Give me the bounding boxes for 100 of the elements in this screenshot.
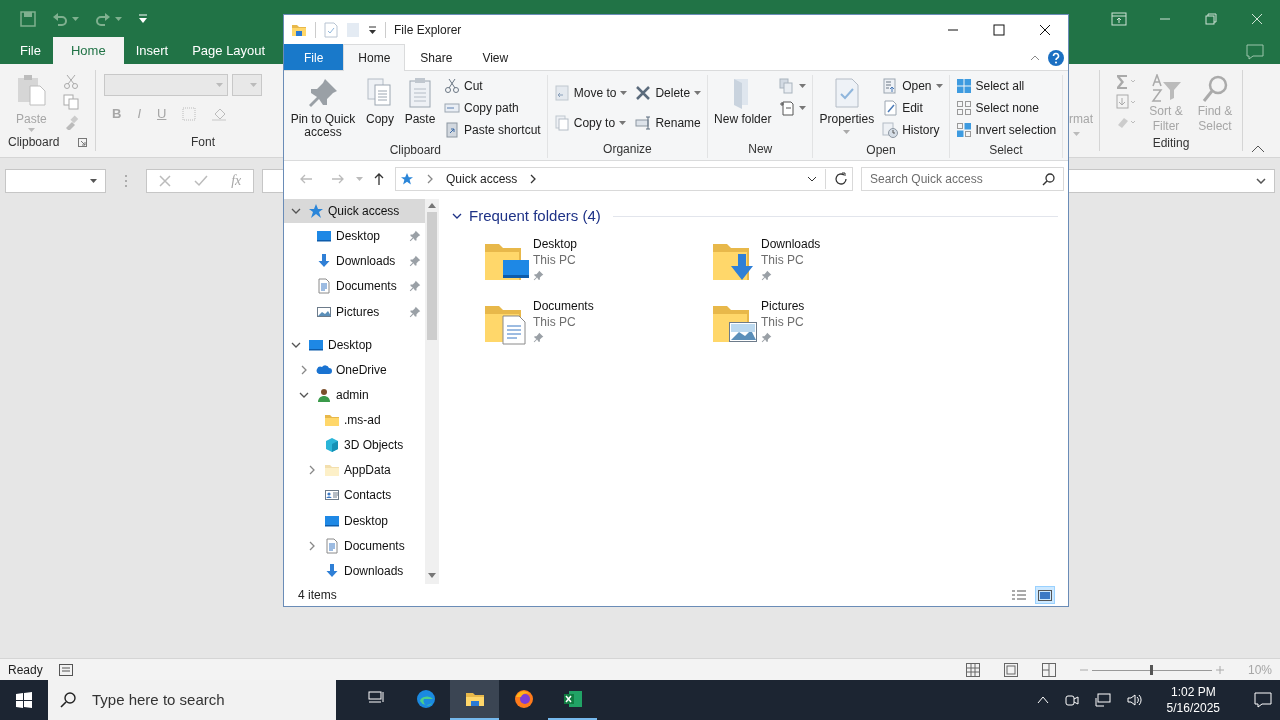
ribbon-button[interactable]: Paste (401, 75, 439, 142)
copy-path-icon (444, 100, 460, 116)
ribbon-tab[interactable]: File (8, 36, 53, 64)
ribbon-button[interactable]: Select none (952, 97, 1060, 119)
zoom-slider-thumb[interactable] (1150, 664, 1154, 675)
zoom-level: 10% (1247, 661, 1272, 679)
search-icon (1201, 74, 1229, 104)
ribbon-button[interactable]: Delete (632, 81, 705, 104)
caret-icon (843, 130, 851, 135)
tree-item[interactable]: AppData (284, 458, 425, 483)
desktop-icon (316, 228, 332, 245)
ribbon-button[interactable]: Copy (361, 75, 399, 142)
font-size-field[interactable] (232, 74, 262, 96)
folder-tile[interactable]: Desktop This PC (481, 235, 709, 284)
ribbon-button[interactable]: Edit (879, 97, 946, 119)
scrollbar-thumb[interactable] (427, 212, 437, 340)
clock[interactable]: 1:02 PM 5/16/2025 (1158, 683, 1228, 717)
tree-item[interactable]: admin (284, 382, 425, 407)
ribbon-tab[interactable]: Insert (123, 36, 181, 64)
ribbon-button[interactable]: Pin to Quick access (287, 75, 359, 142)
tree-item[interactable]: 3D Objects (284, 433, 425, 458)
dropdown-icon (807, 176, 817, 182)
invert-selection-icon (955, 122, 972, 138)
refresh-icon (834, 172, 848, 186)
taskbar-search-field[interactable]: Type here to search (48, 680, 336, 720)
pin-icon (307, 77, 339, 109)
search-icon (1042, 172, 1055, 186)
caret-icon (619, 120, 627, 125)
move-icon (553, 84, 570, 101)
comment-icon (1246, 44, 1264, 60)
ribbon-button[interactable]: History (879, 119, 946, 141)
caret-icon (799, 84, 807, 88)
caret-icon (1073, 132, 1080, 136)
folder-tile[interactable]: Pictures This PC (709, 297, 937, 346)
caret-icon (620, 90, 628, 95)
folder-tile[interactable]: Downloads This PC (709, 235, 937, 284)
rename-icon (635, 114, 652, 131)
scroll-up-icon (428, 203, 436, 208)
tree-item[interactable]: Documents (284, 533, 425, 558)
scrollbar[interactable] (425, 199, 439, 584)
sort-filter-label: Sort & Filter (1148, 104, 1184, 134)
sort-filter-icon (1150, 74, 1182, 104)
folder-icon (291, 22, 307, 38)
find-select-label: Find & Select (1196, 104, 1234, 134)
document-icon (316, 278, 332, 295)
ribbon-button[interactable]: Select all (952, 75, 1060, 97)
ribbon-display-icon (1111, 12, 1127, 26)
cancel-icon (158, 174, 171, 187)
address-bar[interactable]: Quick access (395, 167, 853, 191)
page-layout-view-icon (1003, 662, 1018, 677)
ribbon-tab[interactable]: File (284, 44, 344, 70)
ribbon-button[interactable]: Properties (816, 75, 878, 141)
select-all-icon (955, 78, 972, 94)
caret-icon (799, 106, 807, 110)
ribbon-tab[interactable]: Home (52, 36, 124, 64)
caret-icon (27, 128, 35, 132)
ribbon-tab[interactable]: Page Layout (180, 36, 278, 64)
group-label: Open (865, 142, 897, 159)
tree-item[interactable]: Documents (284, 274, 425, 299)
tree-item[interactable]: Desktop (284, 332, 425, 357)
tree-item[interactable]: Contacts (284, 483, 425, 508)
view-toggle[interactable] (1010, 587, 1028, 603)
ribbon-button[interactable]: Invert selection (952, 119, 1060, 141)
tree-item[interactable]: Downloads (284, 249, 425, 274)
scroll-down-icon (428, 573, 436, 578)
search-field[interactable]: Search Quick access (861, 167, 1064, 191)
caret-icon (356, 177, 363, 181)
tree-item[interactable]: Desktop (284, 508, 425, 533)
ribbon-button[interactable]: Rename (632, 111, 705, 134)
caret-icon (115, 17, 122, 21)
select-none-icon (955, 100, 972, 116)
taskbar-app-button[interactable] (450, 680, 499, 720)
ribbon-button[interactable]: Open (879, 75, 946, 97)
tree-item[interactable]: Desktop (284, 224, 425, 249)
ribbon-button[interactable]: Copy to (550, 111, 631, 134)
enter-icon (193, 174, 208, 187)
ribbon-tab[interactable]: Home (343, 44, 406, 71)
tree-item[interactable]: .ms-ad (284, 408, 425, 432)
ribbon-tab[interactable]: Share (405, 44, 468, 70)
ribbon-button[interactable]: Paste shortcut (441, 119, 544, 141)
tree-item[interactable]: Quick access (284, 199, 425, 223)
group-label: Editing (1152, 136, 1190, 150)
tree-item[interactable]: Downloads (284, 558, 425, 583)
group-label: Font (191, 135, 215, 149)
collapse-ribbon-icon (1030, 55, 1040, 61)
view-toggle[interactable] (1036, 587, 1054, 603)
ribbon-button[interactable]: New folder (711, 75, 775, 140)
ribbon-tab[interactable]: View (467, 44, 524, 70)
ribbon-button[interactable]: Move to (550, 81, 631, 104)
ribbon-button[interactable]: Cut (441, 75, 544, 97)
folder-tile[interactable]: Documents This PC (481, 297, 709, 346)
copy-icon (62, 94, 79, 110)
status-text: Ready (8, 661, 43, 679)
document-icon (324, 537, 340, 554)
window-title: File Explorer (394, 22, 462, 39)
normal-view-icon (965, 662, 980, 677)
font-name-field[interactable] (104, 74, 228, 96)
tree-item[interactable]: OneDrive (284, 357, 425, 382)
ribbon-button[interactable]: Copy path (441, 97, 544, 119)
tree-item[interactable]: Pictures (284, 299, 425, 324)
